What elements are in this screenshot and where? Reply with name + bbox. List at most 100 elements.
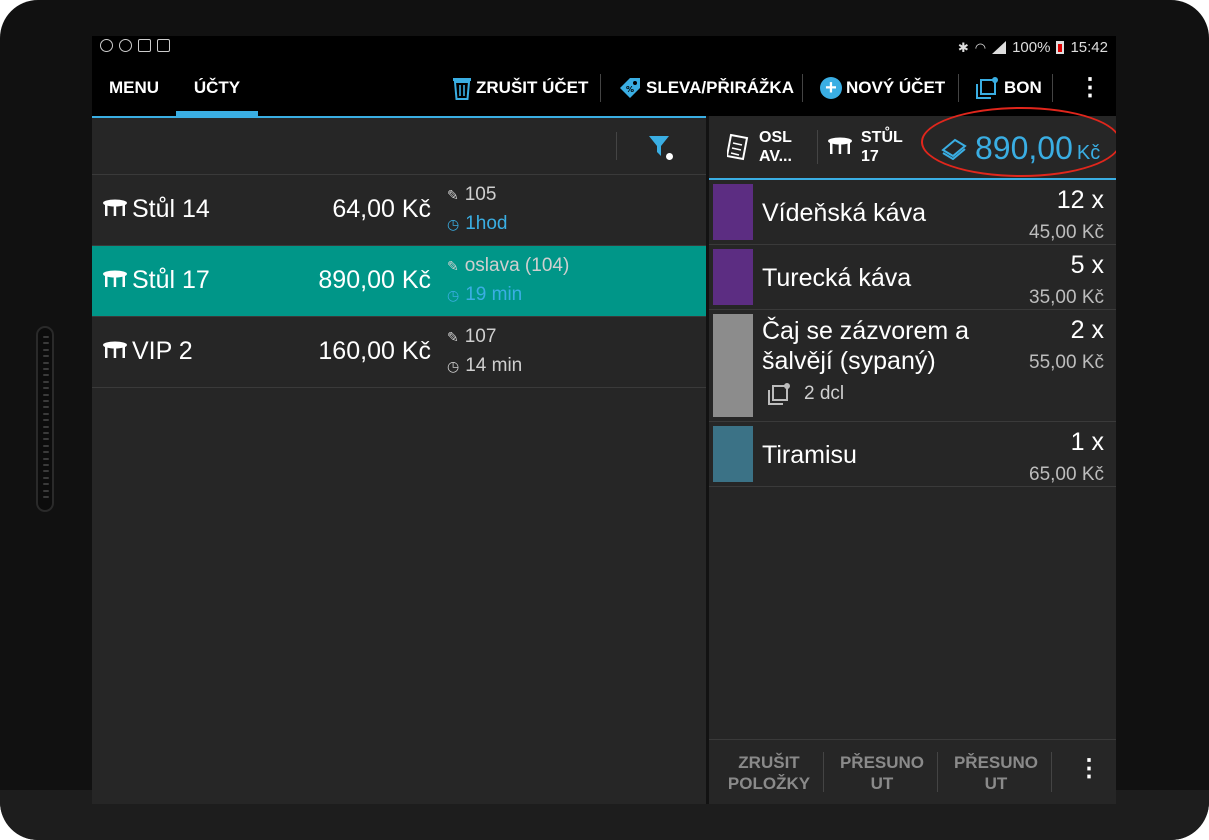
cancel-items-button[interactable]: ZRUŠIT POLOŽKY [719, 752, 819, 794]
account-time: ◷ 1hod [447, 213, 508, 235]
divider [802, 74, 803, 102]
speaker-slot [43, 444, 49, 447]
overflow-menu-icon[interactable]: ⋮ [1077, 754, 1101, 783]
account-row[interactable]: Stůl 14 64,00 Kč ✎ 105 ◷ 1hod [92, 175, 706, 246]
item-color-swatch [713, 314, 753, 417]
account-table-button[interactable]: STŮL 17 [827, 128, 903, 166]
cancel-account-button[interactable]: ZRUŠIT ÚČET [452, 60, 588, 116]
account-name: VIP 2 [132, 337, 193, 365]
tag-icon: % [620, 78, 640, 98]
app-screen: ✱ ◠ 100% 15:42 MENU ÚČTY ZRUŠIT ÚČET % S… [92, 36, 1116, 804]
speaker-slot [43, 387, 49, 390]
action-bar: MENU ÚČTY ZRUŠIT ÚČET % SLEVA/PŘIRÁŽKA +… [92, 60, 1116, 116]
new-account-button[interactable]: + NOVÝ ÚČET [820, 60, 945, 116]
highlight-circle [921, 107, 1116, 177]
speaker-slot [43, 336, 49, 338]
wifi-icon: ◠ [974, 39, 987, 55]
account-price: 64,00 Kč [332, 195, 431, 223]
tab-accounts[interactable]: ÚČTY [176, 60, 258, 116]
detail-action-bar: ZRUŠIT POLOŽKY PŘESUNO UT PŘESUNO UT ⋮ [709, 739, 1116, 804]
tablet-frame: ✱ ◠ 100% 15:42 MENU ÚČTY ZRUŠIT ÚČET % S… [0, 0, 1209, 840]
divider [1051, 752, 1052, 792]
speaker-slot [43, 496, 49, 498]
trash-icon [453, 78, 471, 100]
table-icon [103, 199, 127, 216]
speaker-slot [43, 400, 49, 402]
plus-icon: + [820, 77, 842, 99]
item-name: Tiramisu [762, 441, 857, 469]
account-table-line: STŮL [861, 129, 903, 146]
notification-icon [138, 39, 151, 52]
move-button[interactable]: PŘESUNO UT [829, 752, 935, 794]
cancel-items-line: ZRUŠIT [738, 753, 800, 772]
order-item[interactable]: Vídeňská káva 12 x 45,00 Kč [709, 180, 1116, 245]
account-note-button[interactable]: OSL AV... [727, 128, 792, 166]
move-button[interactable]: PŘESUNO UT [943, 752, 1049, 794]
new-account-label: NOVÝ ÚČET [846, 78, 946, 97]
order-item[interactable]: Turecká káva 5 x 35,00 Kč [709, 245, 1116, 310]
move-line: PŘESUNO [953, 753, 1039, 772]
overflow-menu-icon[interactable]: ⋮ [1078, 60, 1102, 116]
divider [958, 74, 959, 102]
speaker-slot [43, 412, 49, 415]
item-name: Turecká káva [762, 264, 912, 292]
account-note-text: 107 [464, 326, 497, 347]
account-time-text: 14 min [465, 355, 523, 376]
item-name-line: šalvějí (sypaný) [762, 347, 936, 375]
speaker-slot [43, 374, 49, 377]
print-ticket-icon [976, 77, 998, 99]
item-quantity: 2 x [1070, 316, 1104, 344]
item-color-swatch [713, 426, 753, 482]
note-icon: ✎ [447, 258, 459, 274]
account-note: ✎ 107 [447, 326, 496, 348]
speaker-slot [43, 438, 49, 441]
speaker-slot [43, 368, 49, 370]
account-note: ✎ 105 [447, 184, 496, 206]
tablet-speaker-grille [36, 326, 54, 512]
tab-menu[interactable]: MENU [92, 60, 176, 116]
account-time-text: 19 min [465, 284, 523, 305]
cancel-items-line: POLOŽKY [727, 774, 811, 793]
clock-icon: ◷ [447, 358, 460, 374]
speaker-slot [43, 464, 49, 466]
detail-header: OSL AV... STŮL 17 890,00 Kč [709, 107, 1116, 178]
item-name-line: Čaj se zázvorem a [762, 317, 970, 345]
speaker-slot [43, 419, 49, 422]
account-row-selected[interactable]: Stůl 17 890,00 Kč ✎ oslava (104) ◷ 19 min [92, 246, 706, 317]
speaker-slot [43, 483, 49, 486]
account-row[interactable]: VIP 2 160,00 Kč ✎ 107 ◷ 14 min [92, 317, 706, 388]
speaker-slot [43, 355, 49, 358]
note-icon: ✎ [447, 329, 459, 345]
account-price: 160,00 Kč [318, 337, 431, 365]
speaker-slot [43, 470, 49, 473]
order-item[interactable]: Tiramisu 1 x 65,00 Kč [709, 422, 1116, 487]
speaker-slot [43, 457, 49, 460]
item-quantity: 1 x [1070, 428, 1104, 456]
order-item[interactable]: Čaj se zázvorem a šalvějí (sypaný) 2 x 5… [709, 310, 1116, 422]
account-time: ◷ 14 min [447, 355, 522, 377]
speaker-slot [43, 348, 49, 351]
account-name: Stůl 17 [132, 266, 210, 294]
discount-button[interactable]: % SLEVA/PŘIRÁŽKA [618, 60, 794, 116]
table-icon [103, 270, 127, 287]
account-detail-panel: OSL AV... STŮL 17 890,00 Kč Vídeňská káv… [709, 107, 1116, 804]
signal-icon [992, 41, 1007, 54]
cancel-account-label: ZRUŠIT ÚČET [476, 78, 589, 97]
note-icon [727, 133, 749, 161]
item-modifier-text: 2 dcl [804, 383, 845, 404]
item-quantity: 12 x [1056, 186, 1104, 214]
clock: 15:42 [1070, 39, 1108, 56]
account-time-text: 1hod [465, 213, 508, 234]
account-time: ◷ 19 min [447, 284, 522, 306]
move-line: UT [870, 774, 894, 793]
item-price: 45,00 Kč [1029, 222, 1104, 243]
speaker-slot [43, 489, 49, 492]
speaker-slot [43, 342, 49, 345]
speaker-slot [43, 451, 49, 454]
item-price: 65,00 Kč [1029, 464, 1104, 485]
account-note-line: OSL [759, 129, 792, 146]
bluetooth-icon: ✱ [957, 39, 969, 55]
svg-text:%: % [626, 85, 634, 94]
item-price: 55,00 Kč [1029, 352, 1104, 373]
divider [600, 74, 601, 102]
